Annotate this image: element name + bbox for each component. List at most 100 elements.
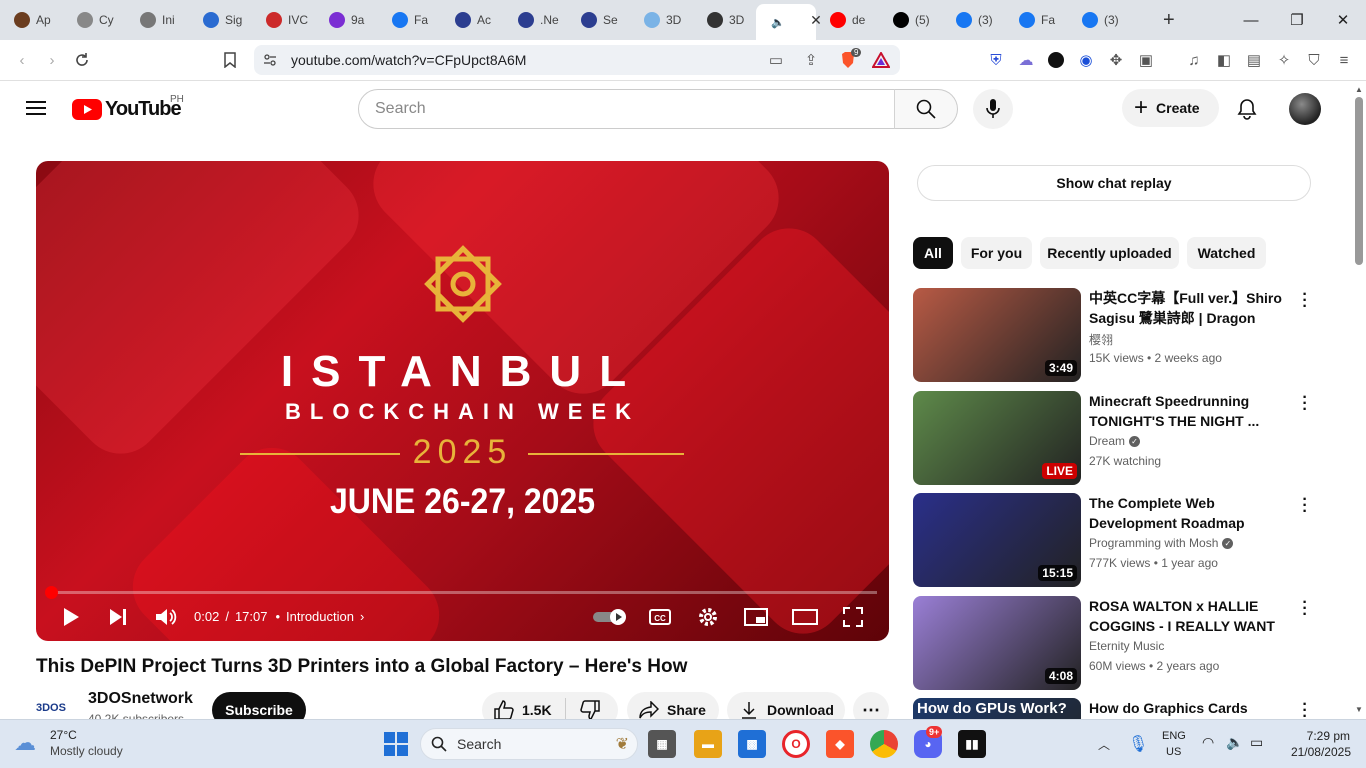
brave-rewards-icon[interactable] — [871, 50, 891, 70]
more-options-icon[interactable]: · · · — [1300, 492, 1310, 520]
video-thumbnail[interactable]: How do GPUs Work? — [913, 698, 1081, 719]
video-thumbnail[interactable]: 3:49 — [913, 288, 1081, 382]
language-code[interactable]: ENG — [1162, 730, 1186, 742]
microsoft-store-icon[interactable]: ▩ — [738, 730, 766, 758]
speaker-icon[interactable]: 🔈 — [1226, 734, 1243, 751]
recommendation-title[interactable]: The Complete Web Development Roadmap — [1089, 493, 1294, 533]
clock-date[interactable]: 21/08/2025 — [1281, 745, 1351, 759]
wallet-icon[interactable]: ▤ — [1244, 50, 1264, 70]
forward-icon[interactable]: › — [42, 50, 62, 70]
browser-tab[interactable]: 9a — [315, 0, 378, 40]
recommendation-item[interactable]: LIVE Minecraft Speedrunning TONIGHT'S THE… — [913, 390, 1313, 487]
recommendation-channel[interactable]: Programming with Mosh — [1089, 536, 1218, 550]
cast-icon[interactable]: ▭ — [766, 50, 786, 70]
audio-app-icon[interactable]: ▮▮ — [958, 730, 986, 758]
sidebar-icon[interactable]: ◧ — [1214, 50, 1234, 70]
play-button[interactable] — [60, 605, 82, 629]
task-view-icon[interactable]: ▦ — [648, 730, 676, 758]
restore-button[interactable]: ❐ — [1274, 0, 1320, 40]
browser-tab[interactable]: Ini — [126, 0, 189, 40]
nano-extension-icon[interactable] — [1046, 50, 1066, 70]
battery-icon[interactable]: ▭ — [1250, 734, 1263, 751]
browser-tab[interactable]: 3D — [630, 0, 693, 40]
recommendation-item[interactable]: 3:49 中英CC字幕【Full ver.】Shiro Sagisu 鷺巣詩郎 |… — [913, 287, 1313, 384]
more-options-icon[interactable]: · · · — [1300, 287, 1310, 315]
browser-tab[interactable]: 3D — [693, 0, 756, 40]
wifi-extension-icon[interactable]: ◉ — [1076, 50, 1096, 70]
chip-recently-uploaded[interactable]: Recently uploaded — [1040, 237, 1179, 269]
browser-tab[interactable]: Se — [567, 0, 630, 40]
chip-watched[interactable]: Watched — [1187, 237, 1266, 269]
new-tab-button[interactable]: + — [1163, 9, 1175, 32]
chrome-icon[interactable] — [870, 730, 898, 758]
volume-button[interactable] — [154, 605, 178, 629]
menu-icon[interactable]: ≡ — [1334, 50, 1354, 70]
recommendation-title[interactable]: Minecraft Speedrunning TONIGHT'S THE NIG… — [1089, 391, 1294, 431]
recommendation-title[interactable]: 中英CC字幕【Full ver.】Shiro Sagisu 鷺巣詩郎 | Dra… — [1089, 288, 1294, 328]
file-explorer-icon[interactable]: ▬ — [694, 730, 722, 758]
recommendation-title[interactable]: How do Graphics Cards Work? — [1089, 698, 1294, 719]
youtube-logo[interactable]: YouTube — [72, 98, 182, 121]
browser-tab[interactable]: Ap — [0, 0, 63, 40]
weather-temp[interactable]: 27°C — [50, 728, 77, 742]
share-page-icon[interactable]: ⇪ — [801, 50, 821, 70]
browser-tab[interactable]: Fa — [1005, 0, 1068, 40]
recommendation-item[interactable]: 4:08 ROSA WALTON x HALLIE COGGINS - I REA… — [913, 595, 1313, 692]
search-input[interactable]: Search — [358, 89, 895, 129]
dislike-button[interactable] — [566, 700, 600, 720]
fullscreen-button[interactable] — [842, 605, 864, 629]
video-thumbnail[interactable]: 15:15 — [913, 493, 1081, 587]
site-info-icon[interactable] — [260, 50, 280, 70]
browser-tab[interactable]: Ac — [441, 0, 504, 40]
chapter-title[interactable]: Introduction — [286, 609, 354, 624]
voice-search-button[interactable] — [973, 89, 1013, 129]
language-region[interactable]: US — [1166, 746, 1181, 758]
reload-icon[interactable] — [72, 50, 92, 70]
create-button[interactable]: + Create — [1122, 89, 1219, 127]
weather-cloud-icon[interactable]: ☁ — [14, 730, 36, 756]
browser-tab[interactable]: .Ne — [504, 0, 567, 40]
chip-all[interactable]: All — [913, 237, 953, 269]
tab-search-icon[interactable]: ▣ — [1136, 50, 1156, 70]
scrollbar-thumb[interactable] — [1355, 97, 1363, 265]
miniplayer-button[interactable] — [744, 605, 768, 629]
bookmark-icon[interactable] — [220, 50, 240, 70]
browser-tab[interactable]: de — [816, 0, 879, 40]
browser-tab[interactable]: (3) — [1068, 0, 1131, 40]
browser-tab[interactable]: 🔈 — [756, 4, 816, 40]
bitwarden-extension-icon[interactable]: ⛨ — [986, 50, 1006, 70]
next-button[interactable] — [106, 605, 130, 629]
extensions-puzzle-icon[interactable]: ✥ — [1106, 50, 1126, 70]
recommendation-title[interactable]: ROSA WALTON x HALLIE COGGINS - I REALLY … — [1089, 596, 1294, 636]
notifications-bell-icon[interactable] — [1237, 98, 1257, 120]
video-thumbnail[interactable]: 4:08 — [913, 596, 1081, 690]
wifi-icon[interactable]: ◠ — [1202, 734, 1214, 751]
show-hidden-icons[interactable]: ︿ — [1098, 736, 1110, 753]
opera-icon[interactable]: O — [782, 730, 810, 758]
close-tab-icon[interactable]: ✕ — [808, 12, 824, 28]
minimize-button[interactable]: — — [1228, 0, 1274, 40]
autoplay-toggle[interactable] — [592, 605, 628, 629]
browser-tab[interactable]: Cy — [63, 0, 126, 40]
scroll-up-icon[interactable]: ▲ — [1355, 85, 1363, 94]
weather-desc[interactable]: Mostly cloudy — [50, 744, 123, 758]
start-button[interactable] — [384, 732, 408, 756]
theater-mode-button[interactable] — [792, 605, 818, 629]
settings-button[interactable] — [696, 605, 720, 629]
taskbar-search[interactable]: Search ❦ — [420, 728, 638, 760]
video-player[interactable]: ISTANBUL BLOCKCHAIN WEEK 2025 JUNE 26-27… — [36, 161, 889, 641]
close-window-button[interactable]: ✕ — [1320, 0, 1366, 40]
recommendation-item[interactable]: 15:15 The Complete Web Development Roadma… — [913, 492, 1313, 589]
vpn-shield-icon[interactable]: ⛉ — [1304, 50, 1324, 70]
extension-icon[interactable]: ☁ — [1016, 50, 1036, 70]
browser-tab[interactable]: (3) — [942, 0, 1005, 40]
brave-browser-icon[interactable]: ◆ — [826, 730, 854, 758]
channel-name[interactable]: 3DOSnetwork — [88, 690, 193, 708]
more-options-icon[interactable]: · · · — [1300, 390, 1310, 418]
recommendation-channel[interactable]: Dream — [1089, 434, 1125, 448]
recommendation-item[interactable]: How do GPUs Work? How do Graphics Cards W… — [913, 698, 1313, 719]
media-icon[interactable]: ♫ — [1184, 50, 1204, 70]
more-options-icon[interactable]: · · · — [1300, 698, 1310, 719]
captions-button[interactable]: CC — [648, 605, 672, 629]
avatar[interactable] — [1289, 93, 1321, 125]
